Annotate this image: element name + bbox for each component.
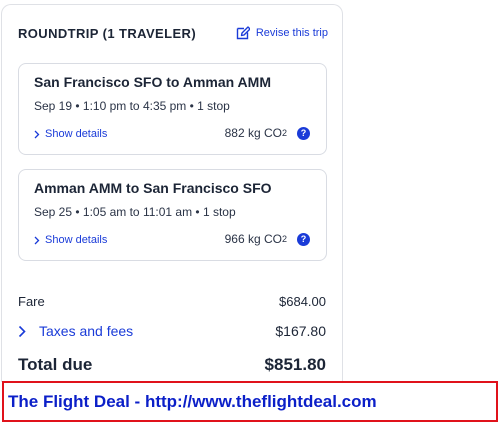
- question-icon[interactable]: ?: [297, 232, 310, 246]
- flight-route: San Francisco SFO to Amman AMM: [34, 74, 271, 90]
- total-label: Total due: [18, 355, 93, 374]
- co2-subscript: 2: [281, 128, 287, 138]
- show-details-label: Show details: [45, 128, 108, 140]
- flight-times: Sep 25 • 1:05 am to 11:01 am • 1 stop: [34, 205, 236, 219]
- watermark-text: The Flight Deal - http://www.theflightde…: [8, 391, 377, 411]
- trip-summary-panel: ROUNDTRIP (1 TRAVELER) Revise this trip …: [1, 4, 343, 382]
- co2-emissions: 882 kg CO 2 ?: [225, 126, 310, 140]
- co2-emissions: 966 kg CO 2 ?: [225, 232, 310, 246]
- flight-route: Amman AMM to San Francisco SFO: [34, 180, 272, 196]
- taxes-label: Taxes and fees: [39, 323, 134, 339]
- taxes-toggle[interactable]: Taxes and fees: [18, 323, 133, 339]
- trip-title: ROUNDTRIP (1 TRAVELER): [18, 25, 197, 41]
- co2-value: 966 kg CO: [224, 232, 282, 246]
- question-icon[interactable]: ?: [297, 126, 310, 140]
- flight-times: Sep 19 • 1:10 pm to 4:35 pm • 1 stop: [34, 99, 230, 113]
- show-details-link[interactable]: Show details: [34, 128, 107, 140]
- taxes-row: Taxes and fees $167.80: [18, 323, 326, 339]
- trip-header: ROUNDTRIP (1 TRAVELER) Revise this trip: [18, 23, 328, 43]
- total-value: $851.80: [264, 355, 326, 374]
- fare-row: Fare $684.00: [18, 294, 326, 309]
- show-details-label: Show details: [45, 234, 108, 246]
- show-details-link[interactable]: Show details: [34, 234, 107, 246]
- chevron-right-icon: [34, 236, 40, 245]
- co2-subscript: 2: [281, 234, 287, 244]
- revise-trip-link[interactable]: Revise this trip: [236, 26, 328, 40]
- fare-value: $684.00: [279, 294, 326, 309]
- revise-trip-label: Revise this trip: [255, 27, 328, 39]
- edit-icon: [236, 26, 250, 40]
- chevron-right-icon: [34, 130, 40, 139]
- flight-card-outbound: San Francisco SFO to Amman AMM Sep 19 • …: [18, 63, 327, 155]
- flight-card-return: Amman AMM to San Francisco SFO Sep 25 • …: [18, 169, 327, 261]
- chevron-right-icon: [18, 325, 26, 337]
- fare-label: Fare: [18, 294, 45, 309]
- co2-value: 882 kg CO: [224, 126, 282, 140]
- total-row: Total due $851.80: [18, 355, 326, 375]
- watermark-banner: The Flight Deal - http://www.theflightde…: [2, 381, 498, 422]
- taxes-value: $167.80: [275, 323, 326, 339]
